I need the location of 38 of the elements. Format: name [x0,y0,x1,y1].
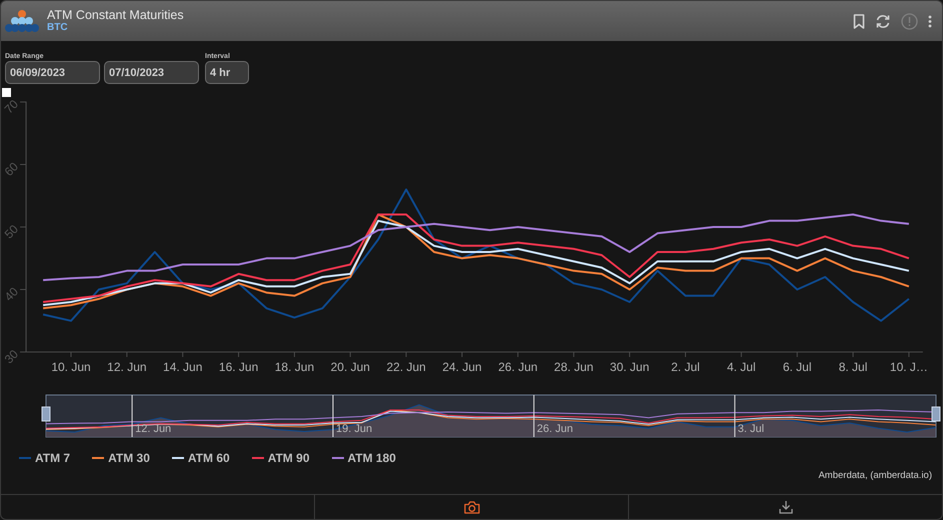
menu-icon[interactable] [928,14,932,28]
download-icon[interactable] [778,500,792,514]
axis-tick-label: 4. Jul [726,360,756,374]
axis-tick-label: 22. Jun [386,360,426,374]
axis-tick-label: 18. Jun [274,360,314,374]
axis-tick-label: 2. Jul [671,360,700,374]
axis-tick-label: 28. Jun [554,360,594,374]
date-field[interactable]: 06/09/2023 [5,61,100,84]
axis-tick-label: 70 [2,97,22,116]
camera-icon[interactable] [464,500,480,514]
legend-label[interactable]: ATM 90 [268,451,310,465]
credits-text[interactable]: Amberdata, (amberdata.io) [818,467,942,482]
axis-tick-label: 10. Jun [51,360,91,374]
axis-tick-label: 6. Jul [782,360,812,374]
axis-tick-label: 30. Jun [610,360,650,374]
refresh-icon[interactable] [875,14,891,28]
legend-label[interactable]: ATM 30 [108,451,150,465]
axis-tick-label: 60 [2,160,22,179]
legend-label[interactable]: ATM 7 [35,451,70,465]
axis-tick-label: 50 [2,222,22,242]
axis-tick-label: 14. Jun [163,360,202,374]
date-field[interactable]: 07/10/2023 [104,61,199,84]
interval-field[interactable]: 4 hr [205,61,249,84]
axis-tick-label: 10. J… [890,360,928,374]
legend-label[interactable]: ATM 180 [348,451,396,465]
axis-tick-label: 12. Jun [107,360,147,374]
axis-tick-label: 40 [2,284,22,304]
legend-label[interactable]: ATM 60 [188,451,230,465]
axis-tick-label: 16. Jun [218,360,258,374]
window-title: ATM Constant Maturities [47,8,184,22]
axis-tick-label: 8. Jul [838,360,868,374]
axis-tick-label: 20. Jun [330,360,370,374]
axis-tick-label: 26. Jun [498,360,538,374]
window-subtitle: BTC [47,22,69,34]
bookmark-icon[interactable] [853,14,865,28]
logo-icon [5,9,39,33]
axis-tick-label: 30 [2,347,22,366]
axis-tick-label: 24. Jun [442,360,482,374]
